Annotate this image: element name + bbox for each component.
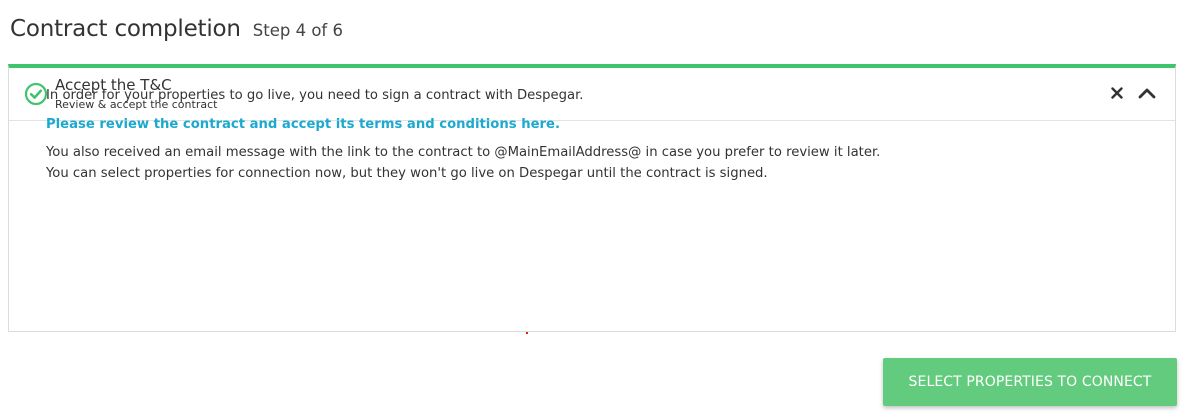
select-note: You can select properties for connection…	[46, 166, 768, 181]
stray-dot	[526, 332, 528, 334]
chevron-up-icon[interactable]	[1135, 83, 1159, 103]
close-icon[interactable]	[1108, 84, 1126, 102]
review-contract-link[interactable]: Please review the contract and accept it…	[46, 117, 560, 132]
select-properties-button[interactable]: SELECT PROPERTIES TO CONNECT	[883, 358, 1177, 406]
check-circle-icon	[24, 82, 48, 106]
page: Contract completion Step 4 of 6 Accept t…	[0, 0, 1191, 416]
page-title: Contract completion	[10, 16, 241, 42]
email-note: You also received an email message with …	[46, 145, 881, 160]
step-indicator: Step 4 of 6	[252, 21, 343, 40]
page-header: Contract completion Step 4 of 6	[10, 16, 343, 42]
terms-panel: Accept the T&C Review & accept the contr…	[8, 64, 1176, 332]
intro-text: In order for your properties to go live,…	[46, 88, 584, 103]
